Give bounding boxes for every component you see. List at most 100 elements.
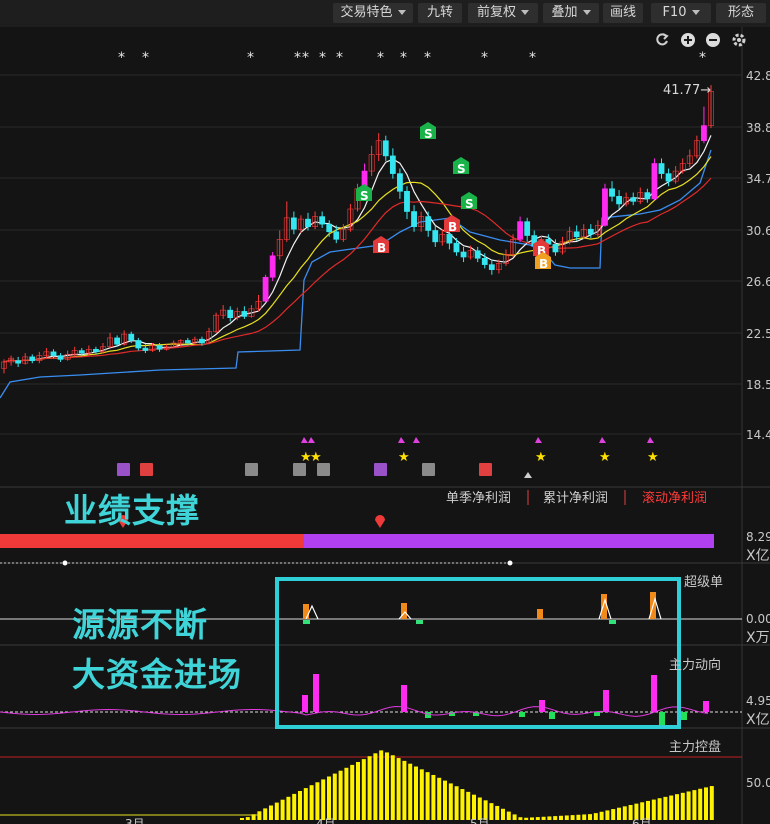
candle-body [333, 231, 340, 240]
refresh-icon[interactable] [654, 32, 670, 48]
candle-body [686, 155, 693, 164]
candle-body [552, 244, 559, 253]
control-bar [651, 799, 656, 820]
candle-body [347, 208, 354, 230]
control-bar [414, 766, 418, 820]
candle-body [283, 217, 290, 240]
candle-body [107, 337, 113, 348]
flow-bar-pos [539, 700, 545, 712]
candle-body [50, 351, 57, 356]
control-bar [599, 811, 604, 820]
month-label: 3月 [125, 817, 145, 824]
control-bar [361, 759, 366, 820]
control-bar [669, 795, 674, 820]
signal-sell-text: S [360, 189, 369, 203]
star-marker: * [377, 50, 384, 66]
candle-body [22, 356, 29, 364]
zoom-out-icon[interactable] [705, 32, 721, 48]
chart-canvas[interactable]: 42.838.834.730.626.622.518.514.4* * * * * * * *… [0, 0, 770, 824]
candle-body [446, 233, 453, 244]
flow-bar-pos [703, 701, 709, 712]
signal-sell-text: S [457, 162, 466, 176]
flow-bar-pos [313, 674, 319, 712]
event-tag [117, 463, 130, 476]
star-icon: ★ [647, 450, 659, 465]
candle-body [64, 354, 71, 360]
candle-body [156, 345, 163, 350]
super-neg [416, 620, 423, 624]
candle-body [177, 340, 184, 344]
candle-body [93, 349, 99, 353]
control-bar [593, 813, 598, 820]
candle-body [693, 140, 700, 157]
candle-body [114, 337, 121, 345]
control-bar [344, 767, 349, 820]
control-bar [240, 818, 244, 820]
candle-body [71, 350, 78, 355]
annotation-earnings-support: 业绩支撑 [64, 491, 200, 530]
signal-buy-text: B [377, 241, 386, 255]
candle-body [1, 361, 7, 369]
control-bar [437, 777, 442, 820]
star-marker: * [481, 50, 488, 66]
candle-body [29, 356, 36, 361]
super-bar [401, 603, 407, 619]
scroll-marker [524, 472, 532, 478]
candle-body [488, 264, 495, 270]
candle-body [100, 346, 106, 353]
control-bar [443, 780, 447, 820]
settings-icon[interactable] [731, 32, 747, 48]
candle-body [481, 257, 488, 265]
candle-body [199, 338, 205, 344]
star-marker: * [142, 50, 149, 66]
candle-body [609, 188, 615, 197]
control-bar [704, 787, 708, 820]
candle-body [616, 196, 622, 205]
candle-body [503, 254, 509, 264]
candle-body [474, 250, 481, 259]
month-label: 6月 [632, 817, 652, 824]
candle-body [184, 340, 191, 344]
candle-body [701, 125, 707, 142]
control-bar [274, 802, 279, 820]
control-bar [686, 791, 691, 820]
candle-body [290, 217, 297, 230]
candle-body [425, 216, 432, 231]
control-bar [617, 807, 621, 820]
candle-body [248, 308, 255, 317]
zoom-in-icon[interactable] [680, 32, 696, 48]
control-bar [524, 817, 529, 820]
profit-tab[interactable]: 累计净利润 [543, 491, 608, 506]
profit-tab[interactable]: 滚动净利润 [642, 490, 707, 506]
candle-body [397, 173, 403, 192]
event-marker [535, 437, 542, 443]
candle-body [467, 250, 474, 258]
signal-buy-text: B [448, 220, 457, 234]
control-bar [280, 799, 285, 820]
month-label: 5月 [470, 817, 490, 824]
candle-body [510, 239, 516, 255]
candle-body [78, 350, 85, 354]
candle-body [389, 155, 396, 174]
star-marker: * [247, 50, 254, 66]
star-marker: * [400, 50, 407, 66]
flow-line [0, 706, 709, 717]
candle-body [135, 340, 142, 349]
event-marker [599, 437, 606, 443]
event-tag [374, 463, 387, 476]
month-label: 4月 [316, 817, 336, 824]
control-bar [350, 764, 355, 820]
candle-body [644, 192, 651, 200]
star-icon: ★ [599, 450, 611, 465]
control-bar [257, 811, 262, 820]
control-bar [315, 782, 320, 820]
flow-bar-neg [519, 712, 525, 717]
price-tick-label: 38.8 [746, 121, 770, 135]
profit-tab[interactable]: 单季净利润 [446, 491, 511, 506]
candle-body [382, 140, 389, 157]
super-bar [303, 604, 309, 619]
control-value: 50.0 [746, 776, 770, 790]
candle-body [305, 218, 311, 227]
control-bar [338, 770, 343, 820]
candle-body [326, 223, 333, 233]
